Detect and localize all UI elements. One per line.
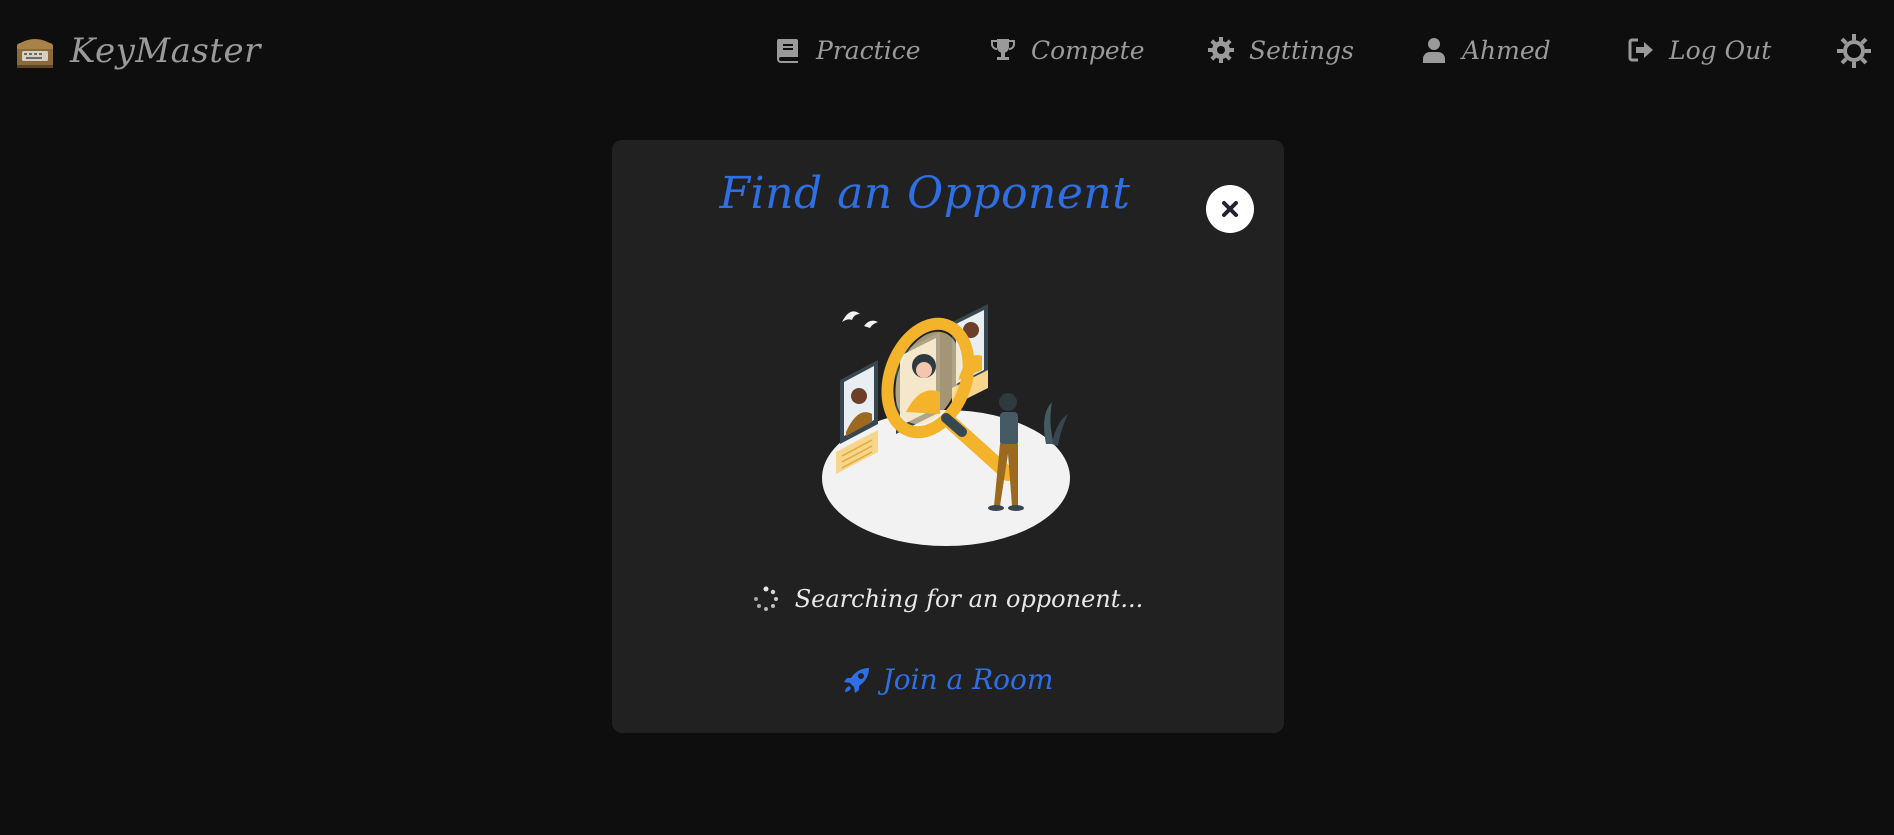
status-text: Searching for an opponent... [794, 585, 1144, 613]
loading-spinner-icon [753, 586, 778, 611]
rocket-icon [843, 667, 869, 693]
nav-label-compete: Compete [1031, 35, 1145, 65]
nav-settings[interactable]: Settings [1207, 30, 1354, 70]
close-button[interactable] [1206, 185, 1254, 233]
keyboard-chest-logo [17, 39, 53, 68]
modal-title: Find an Opponent [719, 168, 1131, 219]
nav-compete[interactable]: Compete [989, 30, 1145, 70]
close-icon [1222, 201, 1238, 217]
search-status: Searching for an opponent... [612, 585, 1284, 613]
gear-icon [1208, 37, 1234, 63]
sun-icon[interactable] [1836, 33, 1872, 69]
find-opponent-modal: Find an Opponent Searching for an oppone… [612, 140, 1284, 733]
nav-logout[interactable]: Log Out [1627, 30, 1771, 70]
trophy-icon [991, 39, 1015, 60]
book-icon [777, 39, 798, 63]
nav-profile[interactable]: Ahmed [1420, 30, 1551, 70]
nav-label-settings: Settings [1249, 35, 1354, 65]
nav-label-profile: Ahmed [1462, 35, 1551, 65]
app-name: KeyMaster [70, 31, 261, 71]
nav-label-practice: Practice [816, 35, 921, 65]
join-room-label: Join a Room [882, 663, 1054, 696]
nav-label-logout: Log Out [1669, 35, 1772, 65]
brand[interactable]: KeyMaster [14, 26, 261, 76]
join-room-button[interactable]: Join a Room [612, 663, 1284, 696]
logout-icon [1628, 38, 1653, 62]
nav-practice[interactable]: Practice [774, 30, 921, 70]
opponent-search-illustration [822, 304, 1070, 546]
user-icon [1423, 38, 1445, 63]
top-navbar: KeyMaster Practice Compete Settings Ahme… [0, 0, 1894, 100]
